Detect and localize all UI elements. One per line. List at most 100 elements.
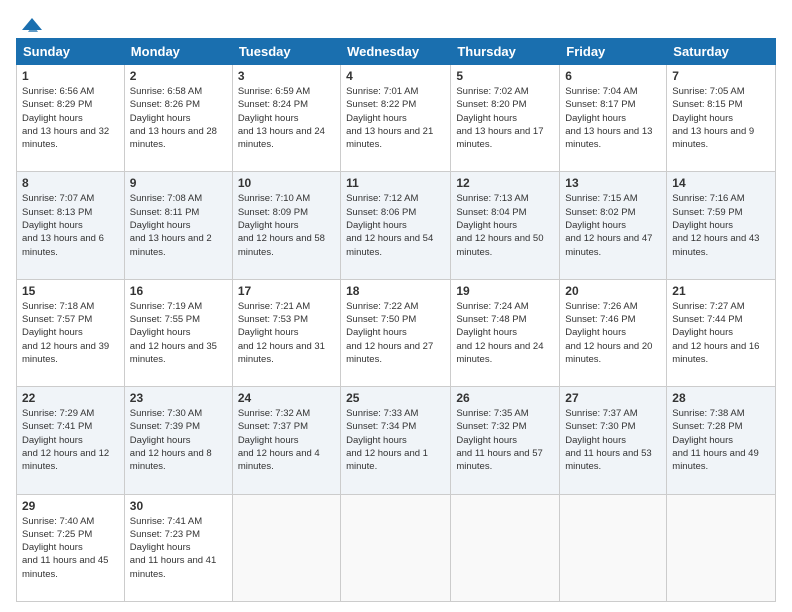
- day-number: 26: [456, 391, 554, 405]
- day-number: 17: [238, 284, 335, 298]
- cell-content: Sunrise: 7:22 AMSunset: 7:50 PMDaylight …: [346, 301, 433, 365]
- day-number: 7: [672, 69, 770, 83]
- week-row-2: 8 Sunrise: 7:07 AMSunset: 8:13 PMDayligh…: [17, 172, 776, 279]
- day-cell: 13 Sunrise: 7:15 AMSunset: 8:02 PMDaylig…: [560, 172, 667, 279]
- day-number: 22: [22, 391, 119, 405]
- cell-content: Sunrise: 6:56 AMSunset: 8:29 PMDaylight …: [22, 86, 109, 150]
- cell-content: Sunrise: 7:21 AMSunset: 7:53 PMDaylight …: [238, 301, 325, 365]
- day-number: 18: [346, 284, 445, 298]
- day-number: 2: [130, 69, 227, 83]
- day-number: 23: [130, 391, 227, 405]
- day-cell: 15 Sunrise: 7:18 AMSunset: 7:57 PMDaylig…: [17, 279, 125, 386]
- day-number: 1: [22, 69, 119, 83]
- calendar-body: 1 Sunrise: 6:56 AMSunset: 8:29 PMDayligh…: [17, 65, 776, 602]
- day-number: 25: [346, 391, 445, 405]
- day-cell: 6 Sunrise: 7:04 AMSunset: 8:17 PMDayligh…: [560, 65, 667, 172]
- day-cell: 18 Sunrise: 7:22 AMSunset: 7:50 PMDaylig…: [341, 279, 451, 386]
- day-number: 30: [130, 499, 227, 513]
- cell-content: Sunrise: 7:29 AMSunset: 7:41 PMDaylight …: [22, 408, 109, 472]
- day-cell: 14 Sunrise: 7:16 AMSunset: 7:59 PMDaylig…: [667, 172, 776, 279]
- day-cell: [341, 494, 451, 601]
- day-cell: [560, 494, 667, 601]
- cell-content: Sunrise: 7:35 AMSunset: 7:32 PMDaylight …: [456, 408, 542, 472]
- day-cell: 19 Sunrise: 7:24 AMSunset: 7:48 PMDaylig…: [451, 279, 560, 386]
- cell-content: Sunrise: 7:37 AMSunset: 7:30 PMDaylight …: [565, 408, 651, 472]
- day-cell: 28 Sunrise: 7:38 AMSunset: 7:28 PMDaylig…: [667, 387, 776, 494]
- cell-content: Sunrise: 7:19 AMSunset: 7:55 PMDaylight …: [130, 301, 217, 365]
- week-row-3: 15 Sunrise: 7:18 AMSunset: 7:57 PMDaylig…: [17, 279, 776, 386]
- header: [16, 16, 776, 30]
- day-number: 8: [22, 176, 119, 190]
- day-number: 20: [565, 284, 661, 298]
- day-cell: 26 Sunrise: 7:35 AMSunset: 7:32 PMDaylig…: [451, 387, 560, 494]
- day-header-wednesday: Wednesday: [341, 39, 451, 65]
- day-cell: 29 Sunrise: 7:40 AMSunset: 7:25 PMDaylig…: [17, 494, 125, 601]
- cell-content: Sunrise: 7:12 AMSunset: 8:06 PMDaylight …: [346, 193, 433, 257]
- calendar-header-row: SundayMondayTuesdayWednesdayThursdayFrid…: [17, 39, 776, 65]
- day-cell: 3 Sunrise: 6:59 AMSunset: 8:24 PMDayligh…: [232, 65, 340, 172]
- day-cell: 16 Sunrise: 7:19 AMSunset: 7:55 PMDaylig…: [124, 279, 232, 386]
- day-number: 12: [456, 176, 554, 190]
- cell-content: Sunrise: 7:24 AMSunset: 7:48 PMDaylight …: [456, 301, 543, 365]
- day-number: 27: [565, 391, 661, 405]
- cell-content: Sunrise: 7:01 AMSunset: 8:22 PMDaylight …: [346, 86, 433, 150]
- week-row-5: 29 Sunrise: 7:40 AMSunset: 7:25 PMDaylig…: [17, 494, 776, 601]
- day-cell: [667, 494, 776, 601]
- cell-content: Sunrise: 7:18 AMSunset: 7:57 PMDaylight …: [22, 301, 109, 365]
- day-cell: 25 Sunrise: 7:33 AMSunset: 7:34 PMDaylig…: [341, 387, 451, 494]
- day-number: 29: [22, 499, 119, 513]
- day-cell: 11 Sunrise: 7:12 AMSunset: 8:06 PMDaylig…: [341, 172, 451, 279]
- day-header-friday: Friday: [560, 39, 667, 65]
- day-number: 10: [238, 176, 335, 190]
- cell-content: Sunrise: 7:10 AMSunset: 8:09 PMDaylight …: [238, 193, 325, 257]
- day-number: 5: [456, 69, 554, 83]
- cell-content: Sunrise: 7:04 AMSunset: 8:17 PMDaylight …: [565, 86, 652, 150]
- day-number: 11: [346, 176, 445, 190]
- day-cell: 24 Sunrise: 7:32 AMSunset: 7:37 PMDaylig…: [232, 387, 340, 494]
- cell-content: Sunrise: 7:40 AMSunset: 7:25 PMDaylight …: [22, 516, 108, 580]
- day-number: 13: [565, 176, 661, 190]
- day-number: 16: [130, 284, 227, 298]
- cell-content: Sunrise: 7:05 AMSunset: 8:15 PMDaylight …: [672, 86, 754, 150]
- day-cell: 30 Sunrise: 7:41 AMSunset: 7:23 PMDaylig…: [124, 494, 232, 601]
- cell-content: Sunrise: 6:58 AMSunset: 8:26 PMDaylight …: [130, 86, 217, 150]
- cell-content: Sunrise: 7:08 AMSunset: 8:11 PMDaylight …: [130, 193, 212, 257]
- cell-content: Sunrise: 7:33 AMSunset: 7:34 PMDaylight …: [346, 408, 428, 472]
- cell-content: Sunrise: 7:30 AMSunset: 7:39 PMDaylight …: [130, 408, 212, 472]
- cell-content: Sunrise: 7:27 AMSunset: 7:44 PMDaylight …: [672, 301, 759, 365]
- day-cell: 4 Sunrise: 7:01 AMSunset: 8:22 PMDayligh…: [341, 65, 451, 172]
- day-cell: 17 Sunrise: 7:21 AMSunset: 7:53 PMDaylig…: [232, 279, 340, 386]
- day-number: 9: [130, 176, 227, 190]
- day-cell: 10 Sunrise: 7:10 AMSunset: 8:09 PMDaylig…: [232, 172, 340, 279]
- calendar-table: SundayMondayTuesdayWednesdayThursdayFrid…: [16, 38, 776, 602]
- day-number: 28: [672, 391, 770, 405]
- day-cell: 1 Sunrise: 6:56 AMSunset: 8:29 PMDayligh…: [17, 65, 125, 172]
- day-cell: 12 Sunrise: 7:13 AMSunset: 8:04 PMDaylig…: [451, 172, 560, 279]
- day-cell: 23 Sunrise: 7:30 AMSunset: 7:39 PMDaylig…: [124, 387, 232, 494]
- cell-content: Sunrise: 7:16 AMSunset: 7:59 PMDaylight …: [672, 193, 759, 257]
- day-number: 15: [22, 284, 119, 298]
- logo: [16, 16, 46, 30]
- page: SundayMondayTuesdayWednesdayThursdayFrid…: [0, 0, 792, 612]
- day-number: 3: [238, 69, 335, 83]
- day-header-tuesday: Tuesday: [232, 39, 340, 65]
- day-cell: 9 Sunrise: 7:08 AMSunset: 8:11 PMDayligh…: [124, 172, 232, 279]
- cell-content: Sunrise: 7:13 AMSunset: 8:04 PMDaylight …: [456, 193, 543, 257]
- day-number: 4: [346, 69, 445, 83]
- day-cell: 8 Sunrise: 7:07 AMSunset: 8:13 PMDayligh…: [17, 172, 125, 279]
- day-number: 14: [672, 176, 770, 190]
- day-number: 6: [565, 69, 661, 83]
- day-header-thursday: Thursday: [451, 39, 560, 65]
- cell-content: Sunrise: 7:41 AMSunset: 7:23 PMDaylight …: [130, 516, 216, 580]
- day-number: 24: [238, 391, 335, 405]
- day-cell: 20 Sunrise: 7:26 AMSunset: 7:46 PMDaylig…: [560, 279, 667, 386]
- day-number: 19: [456, 284, 554, 298]
- cell-content: Sunrise: 7:38 AMSunset: 7:28 PMDaylight …: [672, 408, 758, 472]
- day-number: 21: [672, 284, 770, 298]
- day-cell: 22 Sunrise: 7:29 AMSunset: 7:41 PMDaylig…: [17, 387, 125, 494]
- day-cell: 5 Sunrise: 7:02 AMSunset: 8:20 PMDayligh…: [451, 65, 560, 172]
- week-row-4: 22 Sunrise: 7:29 AMSunset: 7:41 PMDaylig…: [17, 387, 776, 494]
- cell-content: Sunrise: 7:02 AMSunset: 8:20 PMDaylight …: [456, 86, 543, 150]
- cell-content: Sunrise: 7:07 AMSunset: 8:13 PMDaylight …: [22, 193, 104, 257]
- day-cell: 7 Sunrise: 7:05 AMSunset: 8:15 PMDayligh…: [667, 65, 776, 172]
